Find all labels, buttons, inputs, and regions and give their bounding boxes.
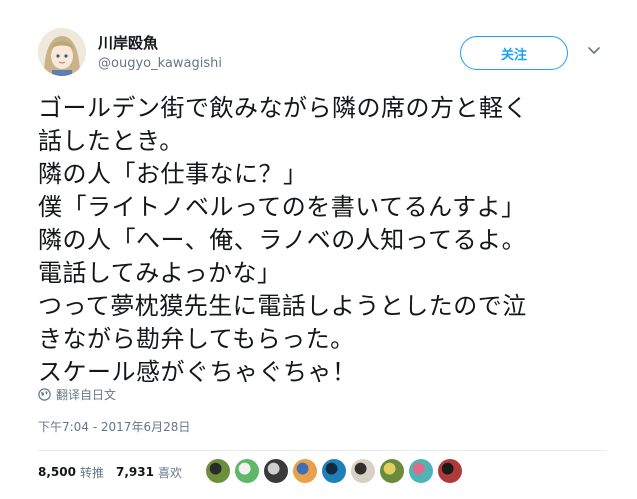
tweet-text-line: 話したとき。 <box>38 127 184 155</box>
follow-button[interactable]: 关注 <box>460 36 568 70</box>
globe-icon <box>38 388 51 401</box>
liker-avatar[interactable] <box>350 458 376 484</box>
display-name[interactable]: 川岸殴魚 <box>98 32 158 53</box>
liker-avatar[interactable] <box>437 458 463 484</box>
retweet-count[interactable]: 8,500 <box>38 465 76 479</box>
translate-link[interactable]: 翻译自日文 <box>38 386 116 403</box>
like-label[interactable]: 喜欢 <box>158 464 182 481</box>
user-handle[interactable]: @ougyo_kawagishi <box>98 56 222 71</box>
translate-label: 翻译自日文 <box>56 388 117 402</box>
like-count[interactable]: 7,931 <box>116 465 154 479</box>
liker-avatar[interactable] <box>205 458 231 484</box>
tweet-text: ゴールデン街で飲みながら隣の席の方と軽く 話したとき。 隣の人「お仕事なに？」 … <box>38 92 608 389</box>
retweet-label[interactable]: 转推 <box>80 464 104 481</box>
tweet-text-line: きながら勘弁してもらった。 <box>38 325 355 353</box>
tweet-stats: 8,500 转推 7,931 喜欢 <box>38 456 194 488</box>
tweet-text-line: つって夢枕獏先生に電話しようとしたので泣 <box>38 292 527 320</box>
liker-avatar[interactable] <box>234 458 260 484</box>
liker-avatar[interactable] <box>292 458 318 484</box>
divider <box>38 450 606 451</box>
avatar[interactable] <box>38 28 86 76</box>
tweet-text-line: ゴールデン街で飲みながら隣の席の方と軽く <box>38 94 528 122</box>
liker-avatar[interactable] <box>321 458 347 484</box>
chevron-down-icon[interactable] <box>586 42 602 58</box>
liker-avatar[interactable] <box>379 458 405 484</box>
tweet-text-line: 僕「ライトノベルってのを書いてるんすよ」 <box>38 193 526 221</box>
liker-avatar[interactable] <box>408 458 434 484</box>
liker-avatars <box>205 458 466 484</box>
tweet-header: 川岸殴魚 @ougyo_kawagishi 关注 <box>38 28 608 84</box>
liker-avatar[interactable] <box>263 458 289 484</box>
tweet-timestamp[interactable]: 下午7:04 - 2017年6月28日 <box>38 418 190 435</box>
tweet-text-line: 隣の人「お仕事なに？」 <box>38 160 308 188</box>
tweet-text-line: 隣の人「へー、俺、ラノベの人知ってるよ。 <box>38 226 527 254</box>
tweet-text-line: 電話してみよっかな」 <box>38 259 282 287</box>
tweet-text-line: スケール感がぐちゃぐちゃ！ <box>38 358 357 386</box>
